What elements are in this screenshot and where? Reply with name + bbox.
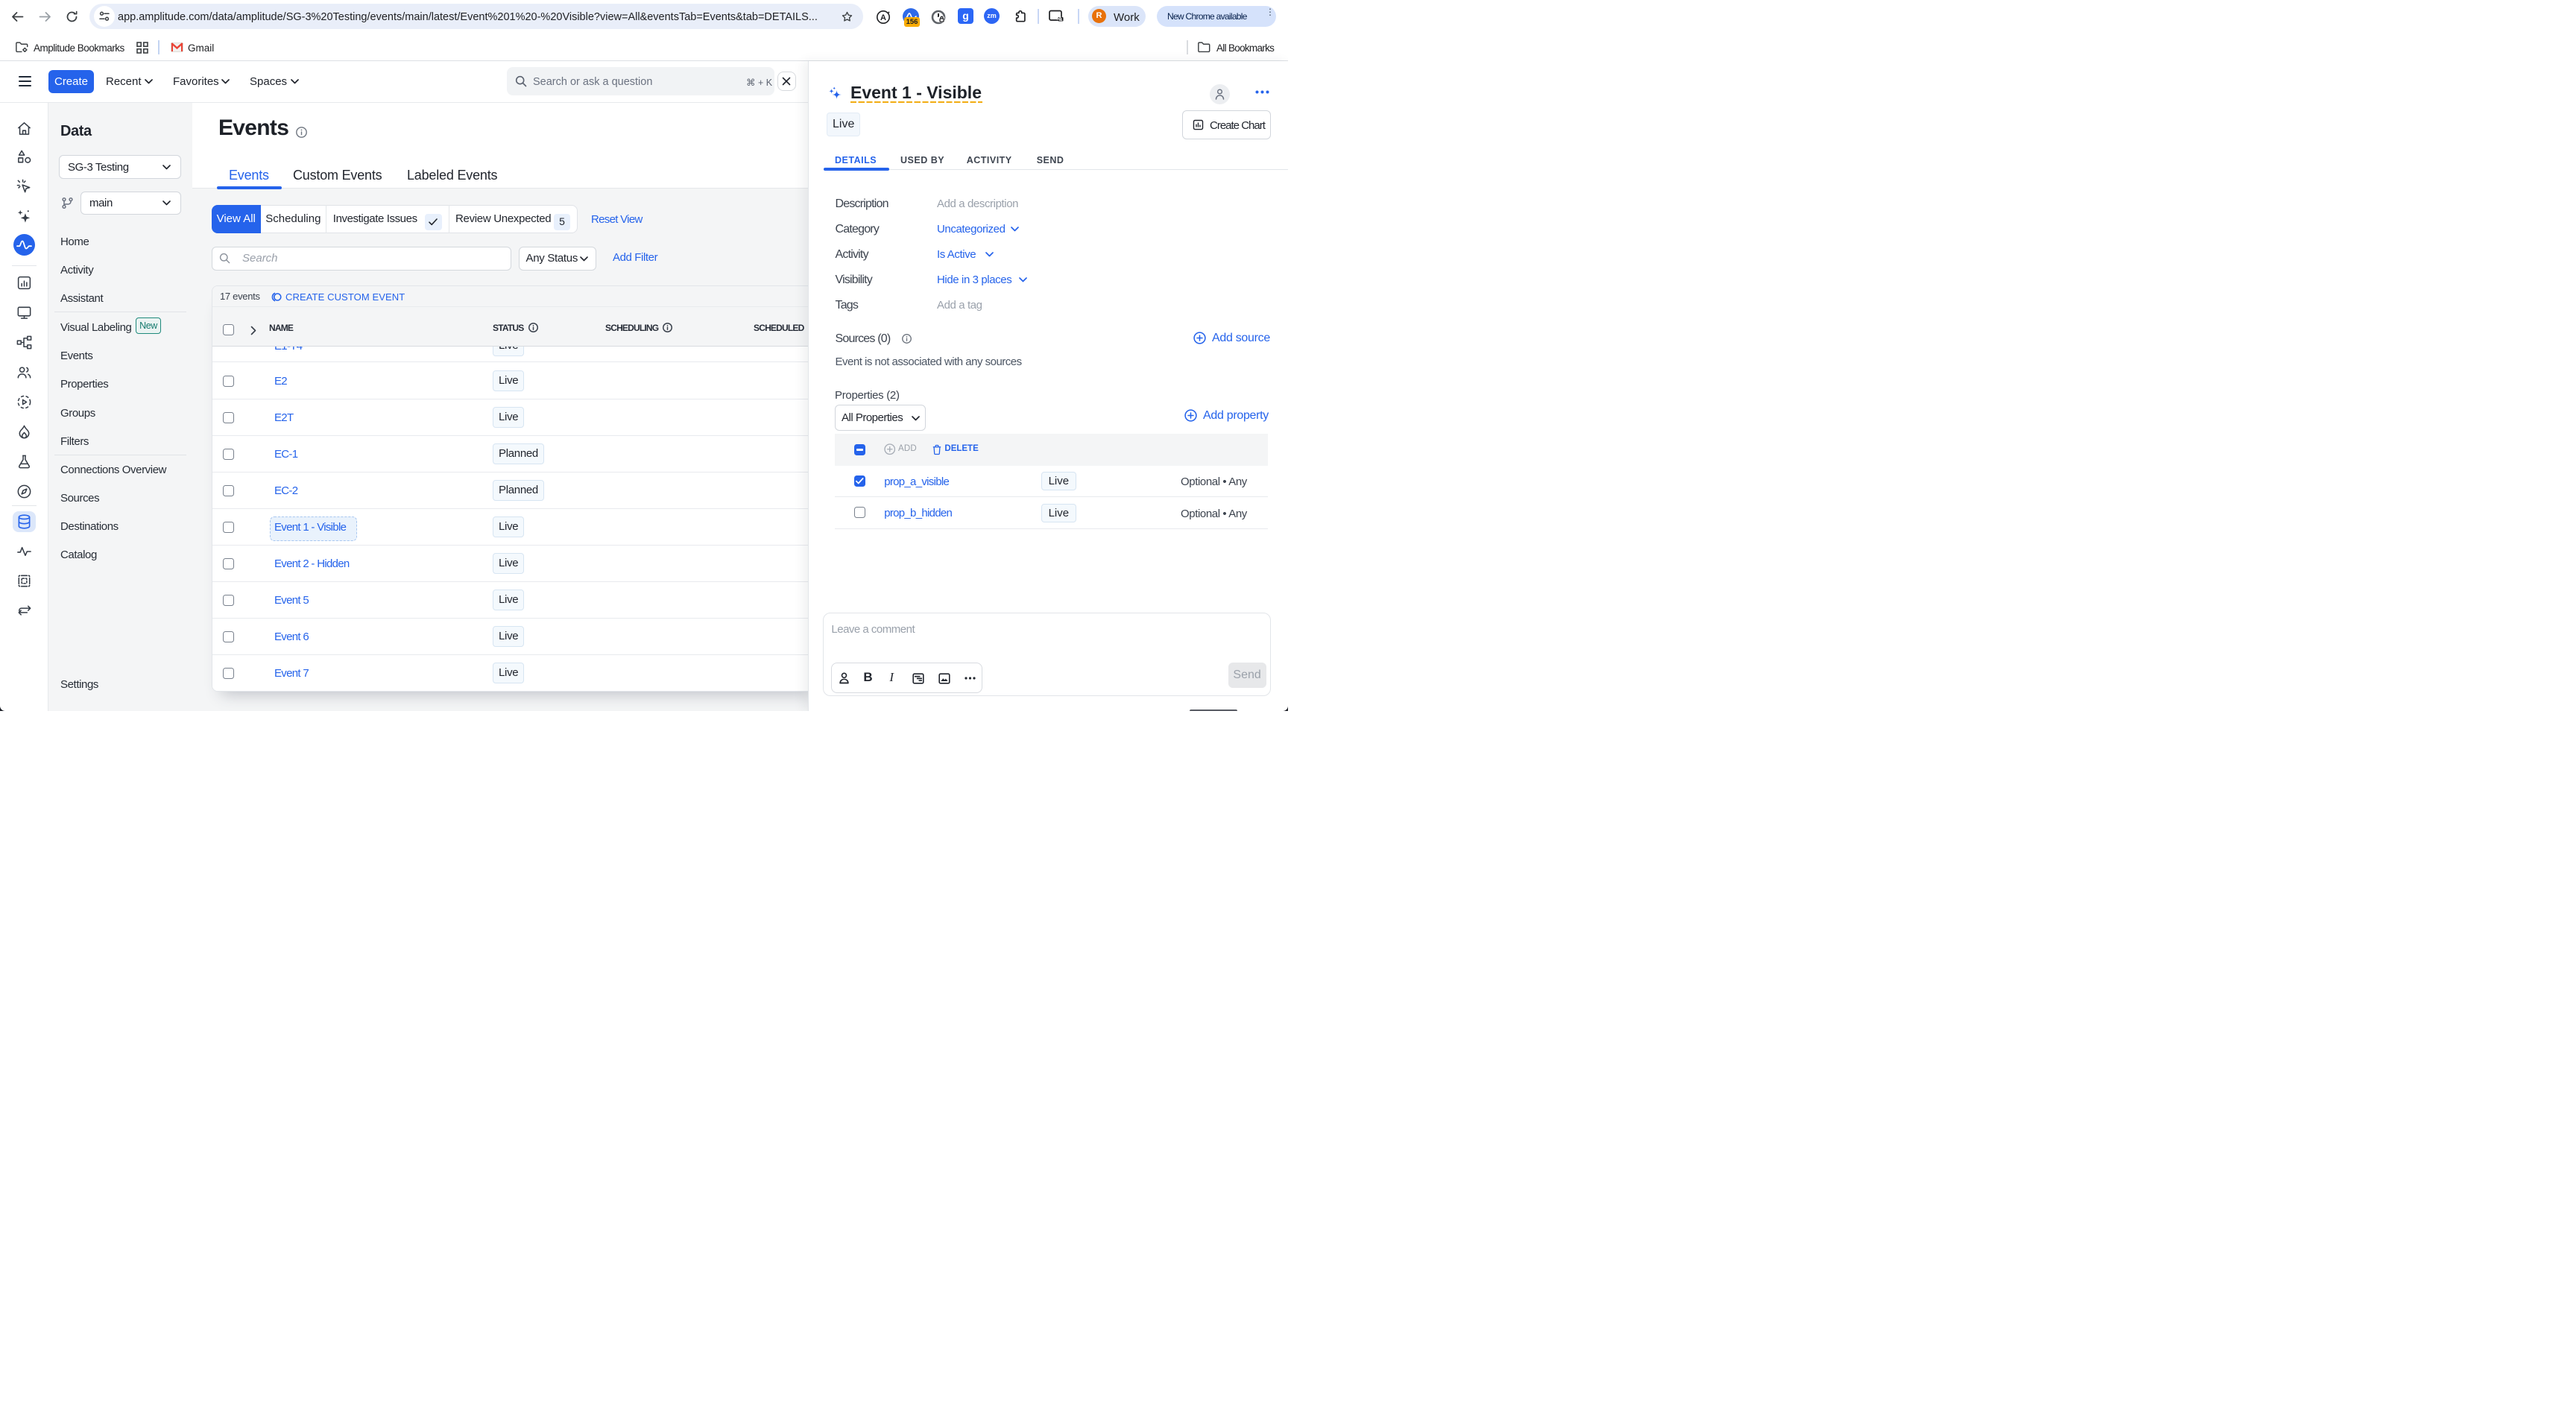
svg-text:A: A [880, 13, 886, 22]
